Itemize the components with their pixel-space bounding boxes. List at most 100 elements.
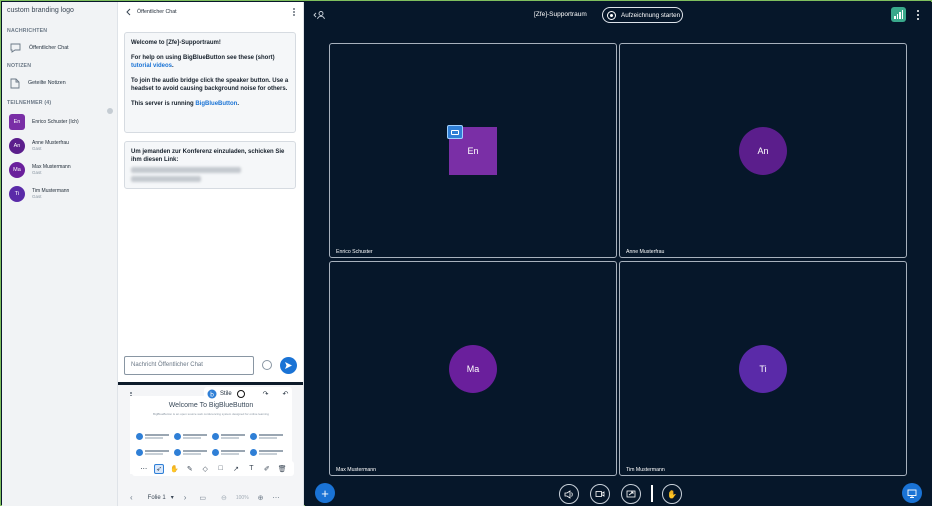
fit-width-icon[interactable]: ▭ <box>199 494 206 502</box>
connection-status-icon[interactable] <box>891 7 906 22</box>
sidebar-item-public-chat[interactable]: Öffentlicher Chat <box>2 38 117 58</box>
users-toggle-icon[interactable] <box>313 10 325 20</box>
screenshare-button[interactable] <box>621 484 641 504</box>
app-window: custom branding logo NACHRICHTEN Öffentl… <box>0 0 932 506</box>
invite-message: Um jemanden zur Konferenz einzuladen, sc… <box>124 141 296 189</box>
eraser-tool-icon[interactable]: ◇ <box>200 464 210 474</box>
more-options-icon[interactable] <box>292 7 296 17</box>
avatar: An <box>9 138 25 154</box>
participants-list: En Enrico Schuster (Ich) An Anne Musterf… <box>2 110 117 206</box>
video-tile[interactable]: Ma Max Mustermann <box>329 261 617 476</box>
drawing-toolbar: ⋯ ➶ ✋ ✎ ◇ □ ↗ T ✐ 🗑 <box>132 461 294 476</box>
blurred-link <box>131 176 201 182</box>
participant-role: Gast <box>32 194 42 199</box>
chevron-left-icon[interactable] <box>125 8 133 16</box>
presentation-footer: ‹ Folie 1 ▾ › ▭ ⊖ 100% ⊕ ⋯ <box>118 490 303 505</box>
avatar: En <box>9 114 25 130</box>
pan-tool-icon[interactable]: ✋ <box>169 464 179 474</box>
sidebar: custom branding logo NACHRICHTEN Öffentl… <box>2 2 118 506</box>
avatar: An <box>739 127 787 175</box>
slide-selector[interactable]: Folie 1 <box>148 495 166 501</box>
audio-button[interactable] <box>559 484 579 504</box>
participant-item[interactable]: Ti Tim Mustermann Gast <box>2 182 117 206</box>
tutorial-link[interactable]: tutorial videos <box>131 63 172 69</box>
avatar-initials: En <box>467 146 479 156</box>
invite-text: Um jemanden zur Konferenz einzuladen, sc… <box>131 149 285 163</box>
more-tools-icon[interactable]: ⋯ <box>139 464 149 474</box>
options-menu-icon[interactable] <box>916 9 920 21</box>
avatar: Ma <box>449 345 497 393</box>
participant-item[interactable]: An Anne Musterfrau Gast <box>2 134 117 158</box>
sticky-note-icon[interactable]: ✐ <box>262 464 272 474</box>
participant-role: Gast <box>32 146 42 151</box>
select-tool-icon[interactable]: ➶ <box>154 463 165 474</box>
video-tile[interactable]: Ti Tim Mustermann <box>619 261 907 476</box>
participants-settings-icon[interactable] <box>107 108 113 114</box>
camera-button[interactable] <box>590 484 610 504</box>
camera-icon <box>595 491 605 497</box>
zoom-level: 100% <box>235 494 249 501</box>
chevron-down-icon[interactable]: ▾ <box>171 494 174 501</box>
participant-name: Anne Musterfrau <box>626 249 665 255</box>
chevron-left-icon[interactable]: ‹ <box>130 493 133 502</box>
sidebar-item-shared-notes[interactable]: Geteilte Notizen <box>2 73 117 93</box>
zoom-out-icon[interactable]: ⊖ <box>221 494 227 502</box>
send-icon <box>285 362 292 369</box>
bigbluebutton-link[interactable]: BigBlueButton <box>195 101 237 107</box>
participant-item[interactable]: En Enrico Schuster (Ich) <box>2 110 117 134</box>
delete-icon[interactable]: 🗑 <box>277 464 287 474</box>
video-tile[interactable]: An Anne Musterfrau <box>619 43 907 258</box>
send-button[interactable] <box>280 357 297 374</box>
avatar-initials: An <box>13 143 21 149</box>
avatar-initials: En <box>13 119 21 125</box>
top-bar: [Zfe]-Supportraum Aufzeichnung starten <box>305 2 932 28</box>
chat-input[interactable]: Nachricht Öffentlicher Chat <box>124 356 254 375</box>
styles-toolbar: b Stile ↷ ↶ <box>204 387 292 401</box>
record-icon <box>607 10 616 20</box>
avatar: Ti <box>739 345 787 393</box>
styles-label[interactable]: Stile <box>220 391 232 397</box>
speaker-icon <box>564 489 573 499</box>
slide-subtitle: BigBlueButton is an open source web conf… <box>153 412 269 416</box>
record-button[interactable]: Aufzeichnung starten <box>602 7 683 23</box>
undo-icon[interactable]: ↶ <box>283 390 289 398</box>
participant-item[interactable]: Ma Max Mustermann Gast <box>2 158 117 182</box>
slide-feature <box>250 432 286 442</box>
hand-icon: ✋ <box>667 489 677 499</box>
video-area: [Zfe]-Supportraum Aufzeichnung starten E… <box>305 2 932 506</box>
avatar: Ma <box>9 162 25 178</box>
slide-title: Welcome To BigBlueButton <box>168 402 254 409</box>
chat-panel: Öffentlicher Chat Welcome to [Zfe]-Suppo… <box>118 2 304 382</box>
chat-title[interactable]: Öffentlicher Chat <box>137 9 177 15</box>
audio-text: To join the audio bridge click the speak… <box>131 78 289 92</box>
chevron-right-icon[interactable]: › <box>184 493 187 502</box>
video-tile[interactable]: En Enrico Schuster <box>329 43 617 258</box>
arrow-tool-icon[interactable]: ↗ <box>231 464 241 474</box>
help-text: For help on using BigBlueButton see thes… <box>131 55 275 61</box>
emoji-icon[interactable] <box>262 360 272 370</box>
server-text: This server is running <box>131 101 194 107</box>
actions-plus-button[interactable]: + <box>315 483 335 503</box>
panel-divider <box>118 382 303 385</box>
slide-feature <box>212 448 248 458</box>
rectangle-tool-icon[interactable]: □ <box>216 464 226 474</box>
participant-name: Enrico Schuster (Ich) <box>32 119 79 125</box>
raise-hand-button[interactable]: ✋ <box>662 484 682 504</box>
avatar-initials: Ti <box>14 191 20 197</box>
avatar-initials: Ma <box>466 364 480 374</box>
more-icon[interactable]: ⋯ <box>273 494 280 502</box>
notes-icon <box>10 78 20 88</box>
redo-icon[interactable]: ↷ <box>263 390 269 398</box>
branding-logo: custom branding logo <box>7 7 74 14</box>
avatar-initials: Ma <box>13 167 21 173</box>
presentation-toggle-button[interactable] <box>902 483 922 503</box>
pencil-tool-icon[interactable]: ✎ <box>185 464 195 474</box>
sidebar-item-label: Öffentlicher Chat <box>29 45 69 51</box>
text-tool-icon[interactable]: T <box>246 464 256 474</box>
stroke-style-icon[interactable] <box>236 390 245 398</box>
welcome-title: Welcome to [Zfe]-Supportraum! <box>131 40 221 46</box>
blurred-link <box>131 167 241 173</box>
slide-feature <box>212 432 248 442</box>
zoom-in-icon[interactable]: ⊕ <box>258 494 264 502</box>
screen-share-icon <box>626 490 636 497</box>
